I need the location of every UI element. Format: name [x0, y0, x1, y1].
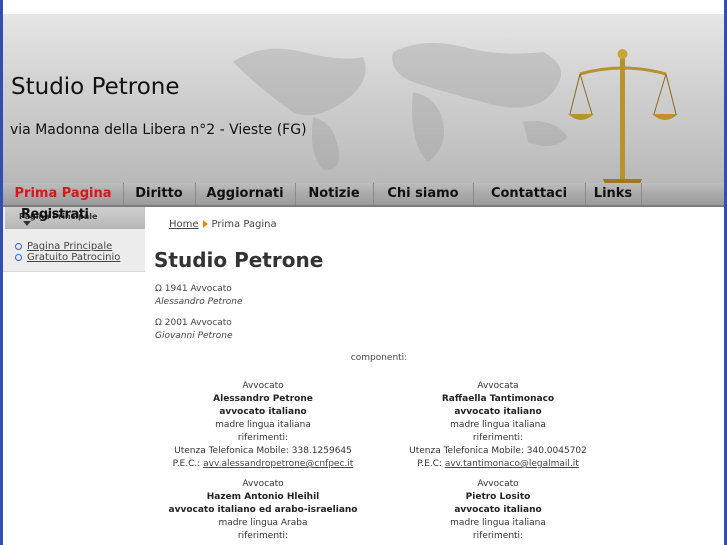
member-pec-link[interactable]: avv.alessandropetrone@cnfpec.it [203, 459, 353, 469]
member-role: Avvocato [242, 381, 284, 391]
circle-bullet-icon [15, 254, 22, 261]
nav-item-prima-pagina[interactable]: Prima Pagina [3, 183, 124, 205]
member-name: Raffaella Tantimonaco [441, 394, 555, 404]
member-role: Avvocato [477, 479, 519, 489]
page-title: Studio Petrone [154, 248, 324, 272]
sidebar-link[interactable]: Pagina Principale [27, 241, 112, 252]
member-phone: Utenza Telefonica Mobile: 338.1259645 [174, 446, 352, 456]
nav-item-diritto[interactable]: Diritto [123, 183, 196, 205]
nav-item-contattaci[interactable]: Contattaci [473, 183, 586, 205]
main-content: Home Prima Pagina Studio Petrone Ω 1941 A… [154, 207, 724, 545]
breadcrumb-current: Prima Pagina [211, 219, 277, 230]
member-ref: riferimenti: [472, 531, 524, 541]
nav-item-links[interactable]: Links [585, 183, 642, 205]
member-phone: Utenza Telefonica Mobile: 340.0045702 [409, 446, 587, 456]
sidebar-item-pagina-principale: Pagina Principale [15, 241, 120, 252]
member-language: madre lingua Araba [218, 518, 308, 528]
sidebar-heading-title: Registrati [21, 207, 89, 222]
site-title: Studio Petrone [11, 74, 180, 100]
member-ref: riferimenti: [472, 433, 524, 443]
site-address: via Madonna della Libera n°2 - Vieste (F… [10, 122, 307, 138]
sidebar-item-gratuito-patrocinio: Gratuito Patrocinio [15, 252, 120, 263]
member-language: madre lingua italiana [450, 518, 546, 528]
sidebar-menu: Pagina Principale Registrati Pagina Prin… [3, 207, 145, 272]
member-title: avvocato italiano [454, 407, 542, 417]
member-card: Avvocata Raffaella Tantimonaco avvocato … [383, 380, 613, 471]
member-title: avvocato italiano ed arabo-israeliano [168, 505, 358, 515]
founder-line: Ω 1941 Avvocato [155, 284, 232, 294]
member-name: Pietro Losito [465, 492, 531, 502]
sidebar-links: Pagina Principale Gratuito Patrocinio [15, 241, 120, 263]
member-pec-label: P.E.C: [417, 459, 442, 469]
sidebar-link[interactable]: Gratuito Patrocinio [27, 252, 120, 263]
member-name: Alessandro Petrone [213, 394, 313, 404]
caret-down-icon [23, 221, 31, 226]
nav-item-notizie[interactable]: Notizie [295, 183, 374, 205]
components-label: componenti: [350, 353, 408, 363]
founder-entry: Ω 1941 Avvocato Alessandro Petrone [155, 283, 243, 309]
member-language: madre lingua italiana [215, 420, 311, 430]
member-ref: riferimenti: [237, 433, 289, 443]
founder-name: Giovanni Petrone [155, 331, 233, 341]
site-header: Studio Petrone via Madonna della Libera … [3, 14, 724, 183]
sidebar-heading[interactable]: Pagina Principale Registrati [5, 207, 145, 229]
member-pec-label: P.E.C.: [172, 459, 201, 469]
chevron-right-icon [202, 220, 208, 228]
circle-bullet-icon [15, 243, 22, 250]
member-card: Avvocato Pietro Losito avvocato italiano… [383, 478, 613, 543]
nav-item-aggiornati[interactable]: Aggiornati [195, 183, 296, 205]
member-name: Hazem Antonio Hleihil [206, 492, 320, 502]
member-role: Avvocato [242, 479, 284, 489]
member-pec-link[interactable]: avv.tantimonaco@legalmail.it [445, 459, 579, 469]
member-card: Avvocato Alessandro Petrone avvocato ita… [148, 380, 378, 471]
member-card: Avvocato Hazem Antonio Hleihil avvocato … [148, 478, 378, 543]
world-map-graphic [233, 43, 568, 171]
member-title: avvocato italiano [219, 407, 307, 417]
member-language: madre lingua italiana [450, 420, 546, 430]
founder-entry: Ω 2001 Avvocato Giovanni Petrone [155, 317, 233, 343]
breadcrumb-home[interactable]: Home [169, 219, 199, 230]
nav-item-chi-siamo[interactable]: Chi siamo [373, 183, 474, 205]
scales-of-justice-icon [568, 49, 678, 183]
breadcrumb: Home Prima Pagina [169, 219, 277, 230]
founder-line: Ω 2001 Avvocato [155, 318, 232, 328]
member-role: Avvocata [477, 381, 519, 391]
member-title: avvocato italiano [454, 505, 542, 515]
member-ref: riferimenti: [237, 531, 289, 541]
main-nav: Prima Pagina Diritto Aggiornati Notizie … [3, 183, 724, 207]
founder-name: Alessandro Petrone [155, 297, 243, 307]
page: Studio Petrone via Madonna della Libera … [3, 0, 724, 545]
sidebar: Pagina Principale Registrati Pagina Prin… [3, 207, 145, 545]
